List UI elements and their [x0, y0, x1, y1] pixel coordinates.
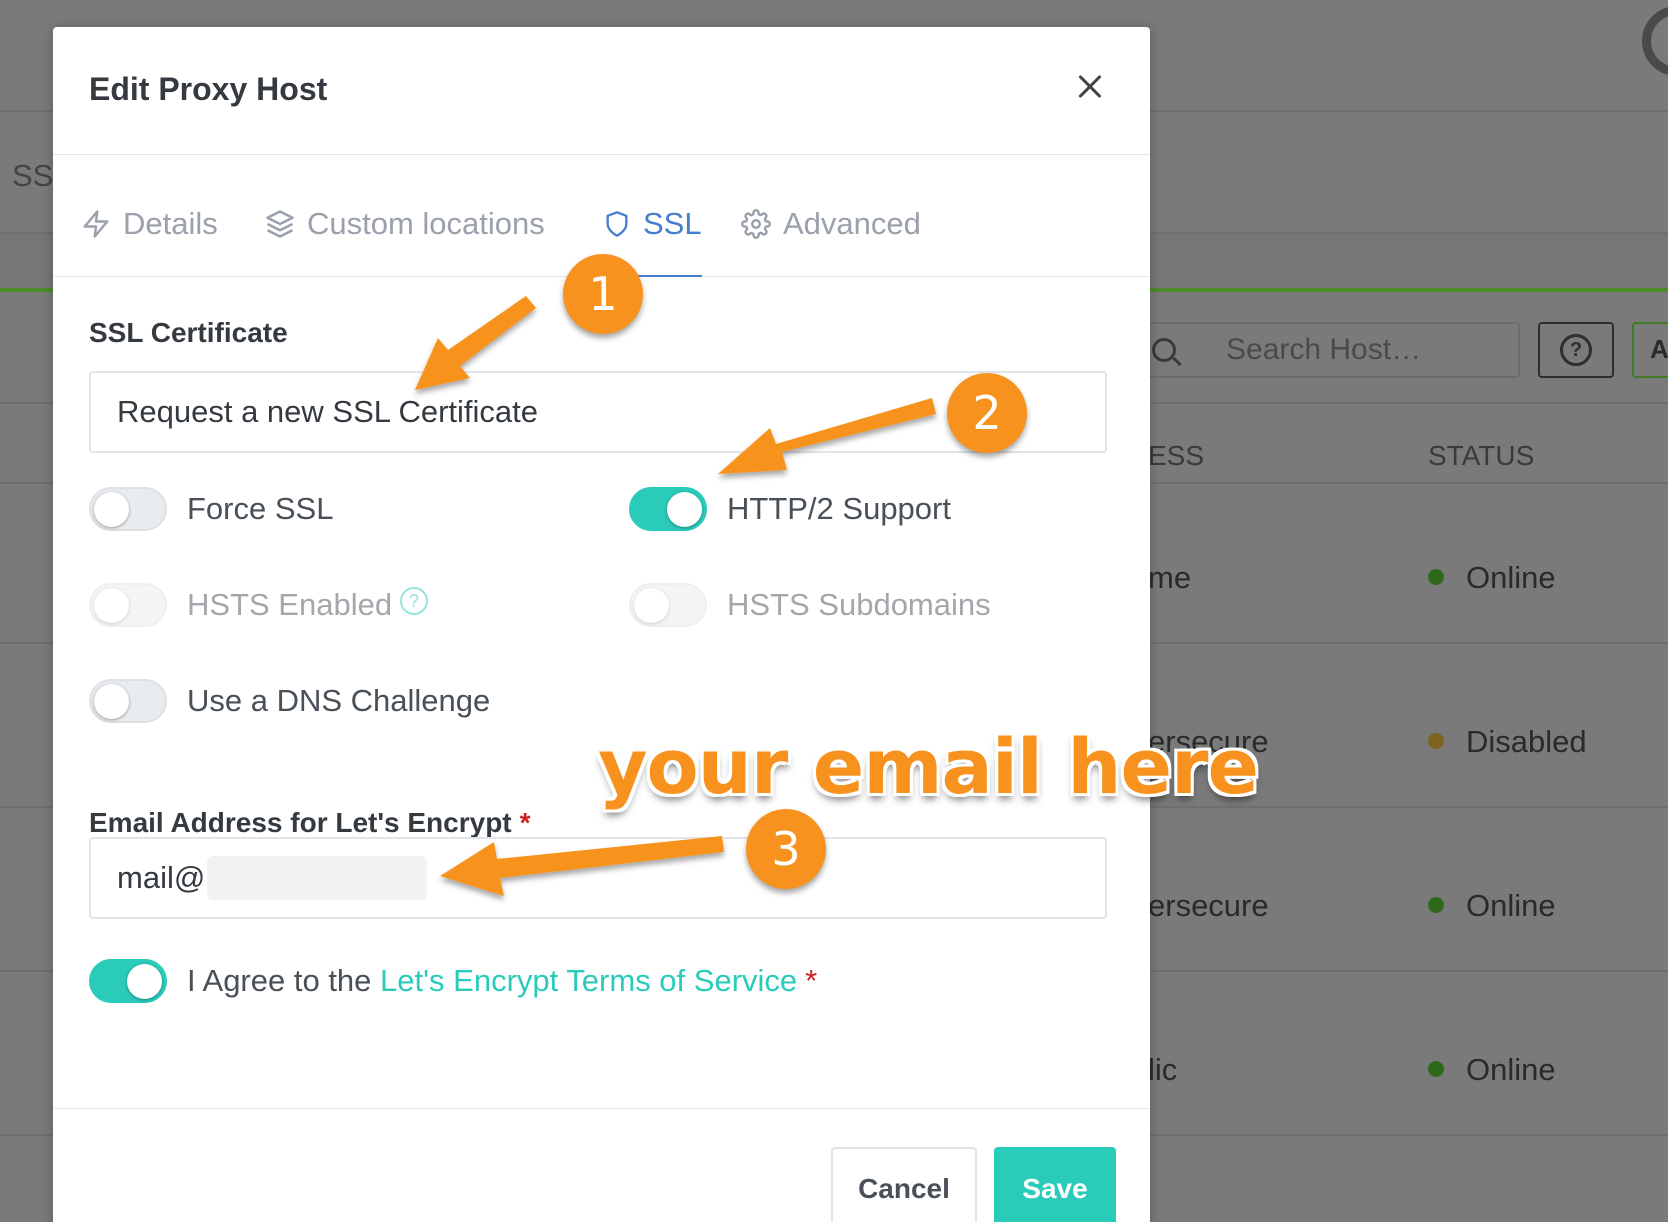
force-ssl-toggle[interactable]: Force SSL — [89, 487, 333, 531]
email-value: mail@ — [117, 860, 206, 895]
annotation-badge-2: 2 — [947, 373, 1027, 453]
row-address: me — [1148, 560, 1192, 595]
redacted-email — [207, 856, 428, 900]
modal-header: Edit Proxy Host — [53, 27, 1150, 155]
layers-icon — [266, 210, 294, 238]
required-mark: * — [805, 963, 818, 998]
row-status: Online — [1428, 1052, 1556, 1088]
close-icon[interactable] — [1072, 69, 1108, 105]
ssl-certificate-label: SSL Certificate — [89, 317, 288, 348]
search-host-input[interactable]: Search Host… — [1120, 322, 1520, 378]
ssl-certificate-value: Request a new SSL Certificate — [117, 394, 539, 429]
dns-challenge-toggle[interactable]: Use a DNS Challenge — [89, 679, 490, 723]
toggle-switch[interactable] — [89, 679, 167, 723]
row-status: Online — [1428, 560, 1556, 596]
modal-footer: Cancel Save — [53, 1109, 1150, 1222]
annotation-badge-3: 3 — [746, 809, 826, 889]
email-label: Email Address for Let's Encrypt * — [89, 807, 531, 838]
question-icon: ? — [1560, 334, 1592, 366]
help-circle-icon[interactable]: ? — [400, 587, 429, 615]
zap-icon — [83, 210, 109, 238]
tos-link[interactable]: Let's Encrypt Terms of Service — [380, 963, 797, 998]
tab-label: Advanced — [783, 206, 921, 241]
gear-icon — [741, 209, 771, 239]
row-address: lic — [1148, 1052, 1178, 1087]
status-dot-icon — [1428, 896, 1444, 913]
shield-icon — [606, 211, 628, 237]
tab-custom-locations[interactable]: Custom locations — [265, 195, 545, 253]
status-dot-icon — [1428, 1060, 1444, 1077]
force-ssl-label: Force SSL — [187, 491, 334, 526]
toggle-switch[interactable] — [629, 583, 707, 627]
search-icon — [1152, 338, 1176, 362]
cancel-button[interactable]: Cancel — [831, 1147, 977, 1222]
tab-ssl[interactable]: SSL — [603, 195, 702, 277]
column-header-status: STATUS — [1428, 440, 1535, 471]
http2-support-label: HTTP/2 Support — [727, 491, 951, 526]
search-placeholder: Search Host… — [1226, 333, 1422, 366]
add-host-button[interactable]: A — [1632, 322, 1668, 378]
hsts-subdomains-label: HSTS Subdomains — [727, 587, 991, 622]
tab-label: SSL — [643, 206, 702, 241]
column-header-address: ESS — [1148, 440, 1205, 471]
tab-details[interactable]: Details — [81, 195, 218, 253]
agree-tos-label: I Agree to the Let's Encrypt Terms of Se… — [187, 963, 818, 998]
required-mark: * — [519, 807, 531, 838]
row-status: Disabled — [1428, 724, 1587, 760]
http2-support-toggle[interactable]: HTTP/2 Support — [629, 487, 951, 531]
hsts-enabled-toggle[interactable]: HSTS Enabled ? — [89, 583, 429, 627]
hsts-enabled-label: HSTS Enabled — [187, 587, 393, 622]
toggle-switch[interactable] — [89, 487, 167, 531]
row-address: ersecure — [1148, 888, 1269, 923]
status-dot-icon — [1428, 568, 1444, 585]
toggle-switch[interactable] — [629, 487, 707, 531]
toggle-switch[interactable] — [89, 583, 167, 627]
email-input[interactable]: mail@ — [89, 837, 1107, 919]
save-button[interactable]: Save — [994, 1147, 1116, 1222]
tab-label: Details — [123, 206, 218, 241]
avatar[interactable] — [1642, 6, 1668, 76]
hsts-subdomains-toggle[interactable]: HSTS Subdomains — [629, 583, 991, 627]
agree-tos-toggle[interactable]: I Agree to the Let's Encrypt Terms of Se… — [89, 959, 817, 1003]
modal-title: Edit Proxy Host — [89, 71, 328, 107]
dns-challenge-label: Use a DNS Challenge — [187, 683, 491, 718]
help-button[interactable]: ? — [1538, 322, 1614, 378]
tab-label: Custom locations — [307, 206, 545, 241]
annotation-badge-1: 1 — [563, 254, 643, 334]
edit-proxy-host-modal: Edit Proxy Host Details Custom locations… — [53, 27, 1150, 1222]
toggle-switch[interactable] — [89, 959, 167, 1003]
row-status: Online — [1428, 888, 1556, 924]
annotation-note: your email here — [598, 722, 1259, 811]
tab-advanced[interactable]: Advanced — [741, 195, 921, 253]
status-dot-icon — [1428, 732, 1444, 749]
